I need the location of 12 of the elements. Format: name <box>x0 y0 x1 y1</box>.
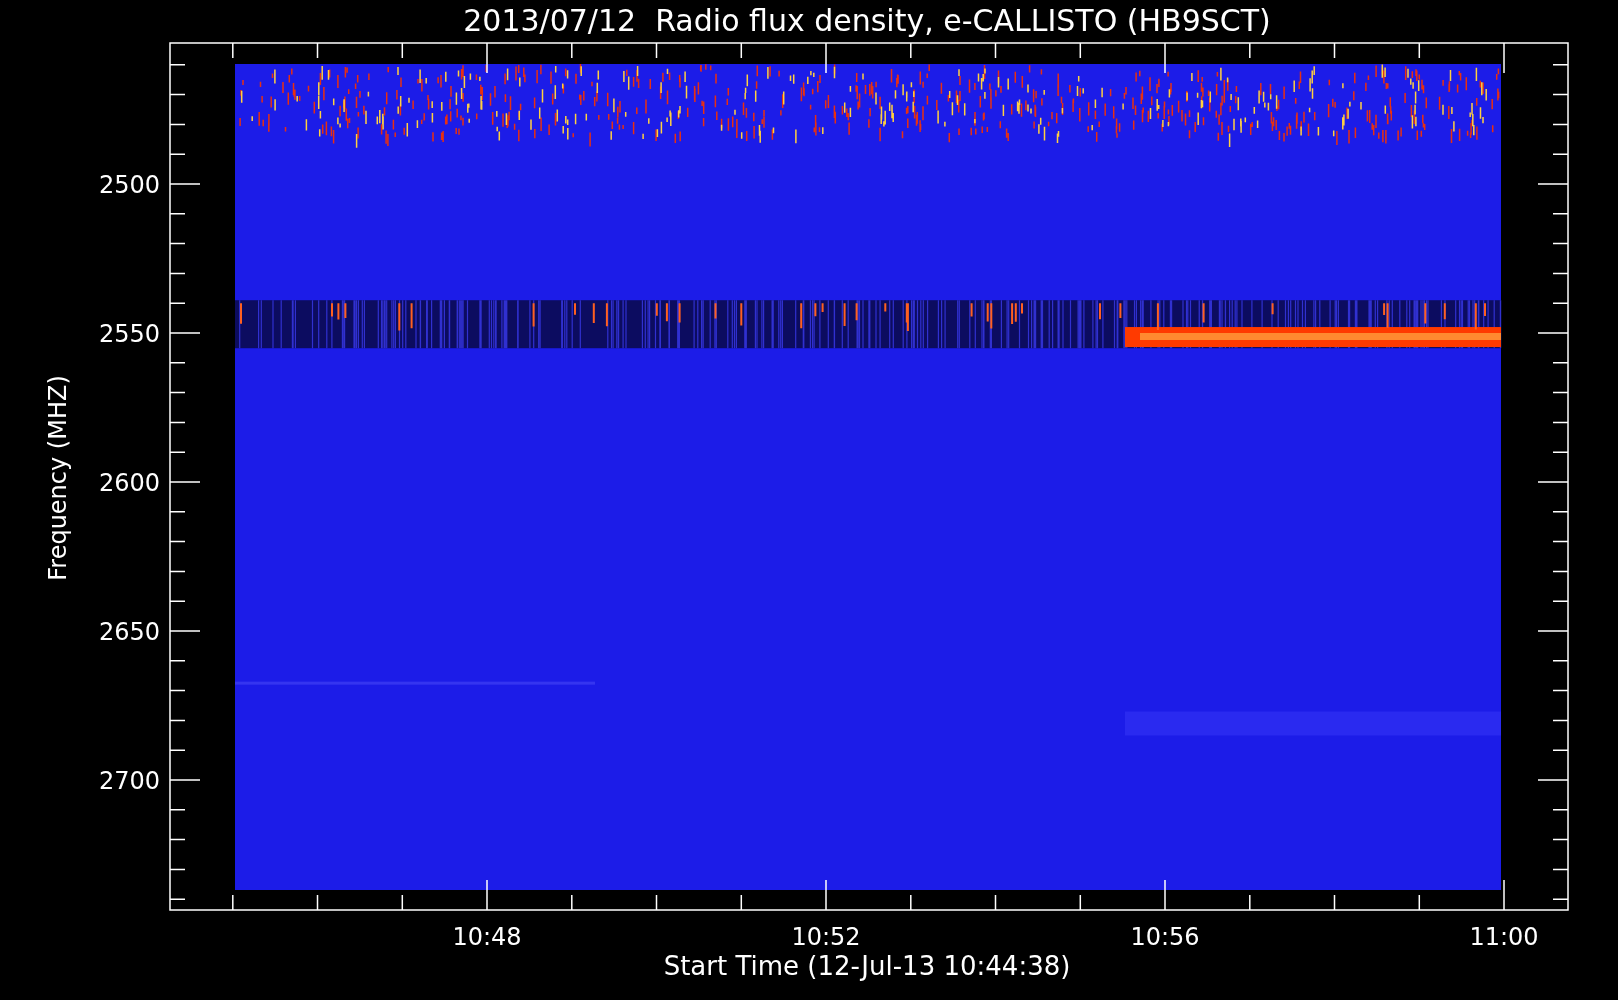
x-tick-label: 10:52 <box>791 923 861 951</box>
y-axis-title: Frequency (MHZ) <box>44 375 72 581</box>
y-tick-label: 2600 <box>98 469 160 497</box>
x-tick-label: 11:00 <box>1469 923 1539 951</box>
y-tick-label: 2550 <box>98 320 160 348</box>
x-tick-label: 10:48 <box>452 923 522 951</box>
x-tick-label: 10:56 <box>1130 923 1200 951</box>
chart-title: 2013/07/12 Radio flux density, e-CALLISTO (HB9SCT) <box>463 3 1271 38</box>
x-axis-title: Start Time (12-Jul-13 10:44:38) <box>663 951 1071 981</box>
y-tick-label: 2700 <box>98 767 160 795</box>
y-tick-label: 2650 <box>98 618 160 646</box>
y-tick-label: 2500 <box>98 171 160 199</box>
